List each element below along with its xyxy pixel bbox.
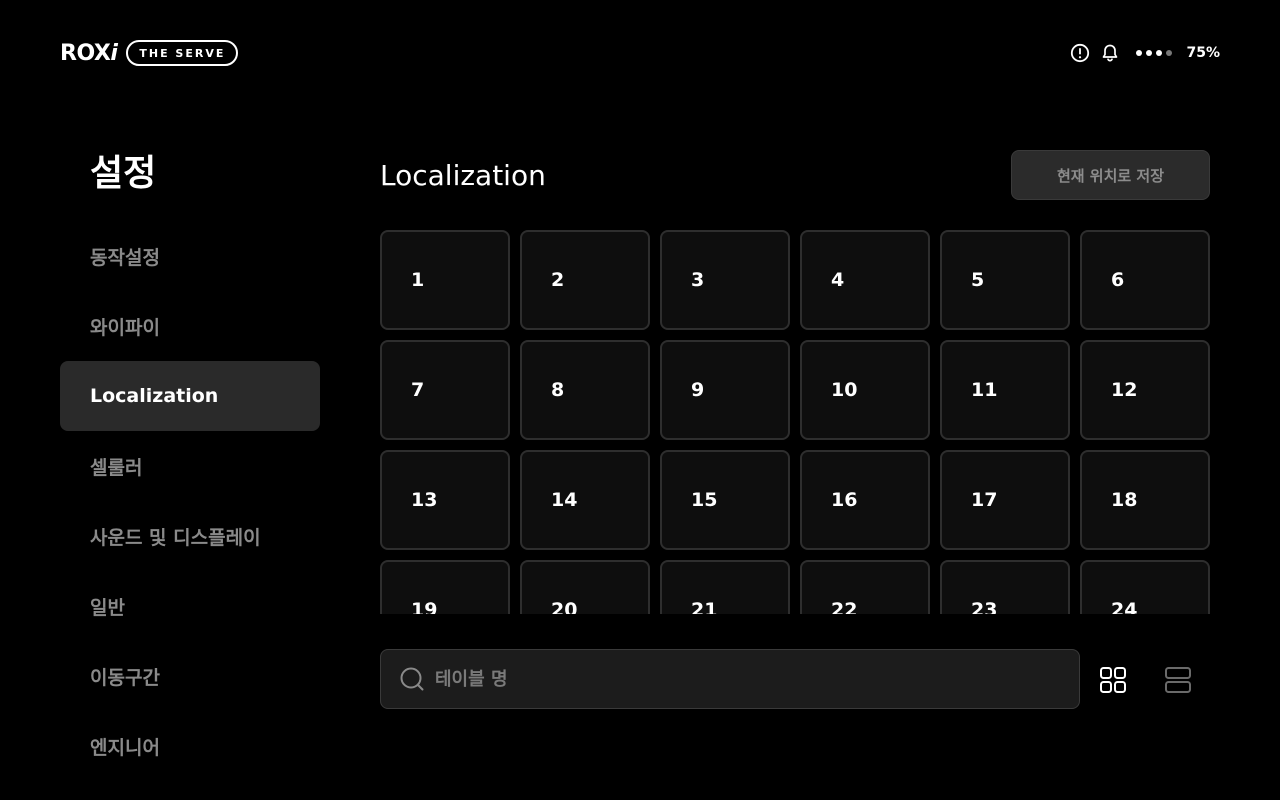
table-grid-scroll[interactable]: 1 2 3 4 5 6 7 8 9 10 11 12 13 14 15 16 17 18 19 20 21 22 23 24 [380, 230, 1210, 614]
grid-view-icon[interactable] [1099, 666, 1127, 694]
sidebar-item-cellular[interactable]: 셀룰러 [60, 431, 320, 501]
table-tile[interactable]: 20 [520, 560, 650, 614]
search-icon [400, 667, 424, 691]
sidebar-item-sound-display[interactable]: 사운드 및 디스플레이 [60, 501, 320, 571]
table-tile[interactable]: 5 [940, 230, 1070, 330]
table-tile[interactable]: 24 [1080, 560, 1210, 614]
sidebar-item-engineer[interactable]: 엔지니어 [60, 711, 320, 781]
table-tile[interactable]: 12 [1080, 340, 1210, 440]
sidebar-item-motion[interactable]: 동작설정 [60, 221, 320, 291]
sidebar-item-general[interactable]: 일반 [60, 571, 320, 641]
table-tile[interactable]: 9 [660, 340, 790, 440]
logo-badge: THE SERVE [126, 40, 239, 66]
table-tile[interactable]: 16 [800, 450, 930, 550]
table-tile[interactable]: 7 [380, 340, 510, 440]
logo-wordmark: ROXi [60, 40, 118, 66]
sidebar-title: 설정 [90, 153, 157, 194]
sidebar-nav: 동작설정 와이파이 Localization 셀룰러 사운드 및 디스플레이 일… [60, 221, 320, 781]
table-tile[interactable]: 11 [940, 340, 1070, 440]
table-tile[interactable]: 18 [1080, 450, 1210, 550]
page-title: Localization [380, 159, 546, 192]
table-tile[interactable]: 3 [660, 230, 790, 330]
table-tile[interactable]: 17 [940, 450, 1070, 550]
table-tile[interactable]: 13 [380, 450, 510, 550]
brand-logo: ROXi THE SERVE [60, 38, 239, 68]
table-tile[interactable]: 23 [940, 560, 1070, 614]
signal-dots-icon [1136, 50, 1173, 56]
battery-level: 75% [1186, 45, 1220, 61]
table-tile[interactable]: 10 [800, 340, 930, 440]
list-view-icon[interactable] [1164, 666, 1192, 694]
table-tile[interactable]: 6 [1080, 230, 1210, 330]
sidebar-item-localization[interactable]: Localization [60, 361, 320, 431]
table-tile[interactable]: 4 [800, 230, 930, 330]
table-tile[interactable]: 22 [800, 560, 930, 614]
sidebar-item-wifi[interactable]: 와이파이 [60, 291, 320, 361]
sidebar-item-route[interactable]: 이동구간 [60, 641, 320, 711]
table-tile[interactable]: 1 [380, 230, 510, 330]
table-tile[interactable]: 21 [660, 560, 790, 614]
status-bar: 75% [1070, 41, 1220, 65]
table-tile[interactable]: 14 [520, 450, 650, 550]
search-input[interactable] [433, 667, 1079, 691]
save-current-location-button[interactable]: 현재 위치로 저장 [1011, 150, 1210, 200]
table-tile[interactable]: 19 [380, 560, 510, 614]
table-grid: 1 2 3 4 5 6 7 8 9 10 11 12 13 14 15 16 17 18 19 20 21 22 23 24 [380, 230, 1210, 614]
bell-icon[interactable] [1100, 43, 1120, 63]
table-tile[interactable]: 2 [520, 230, 650, 330]
alert-circle-icon[interactable] [1070, 43, 1090, 63]
table-tile[interactable]: 8 [520, 340, 650, 440]
table-tile[interactable]: 15 [660, 450, 790, 550]
search-bar [380, 649, 1080, 709]
